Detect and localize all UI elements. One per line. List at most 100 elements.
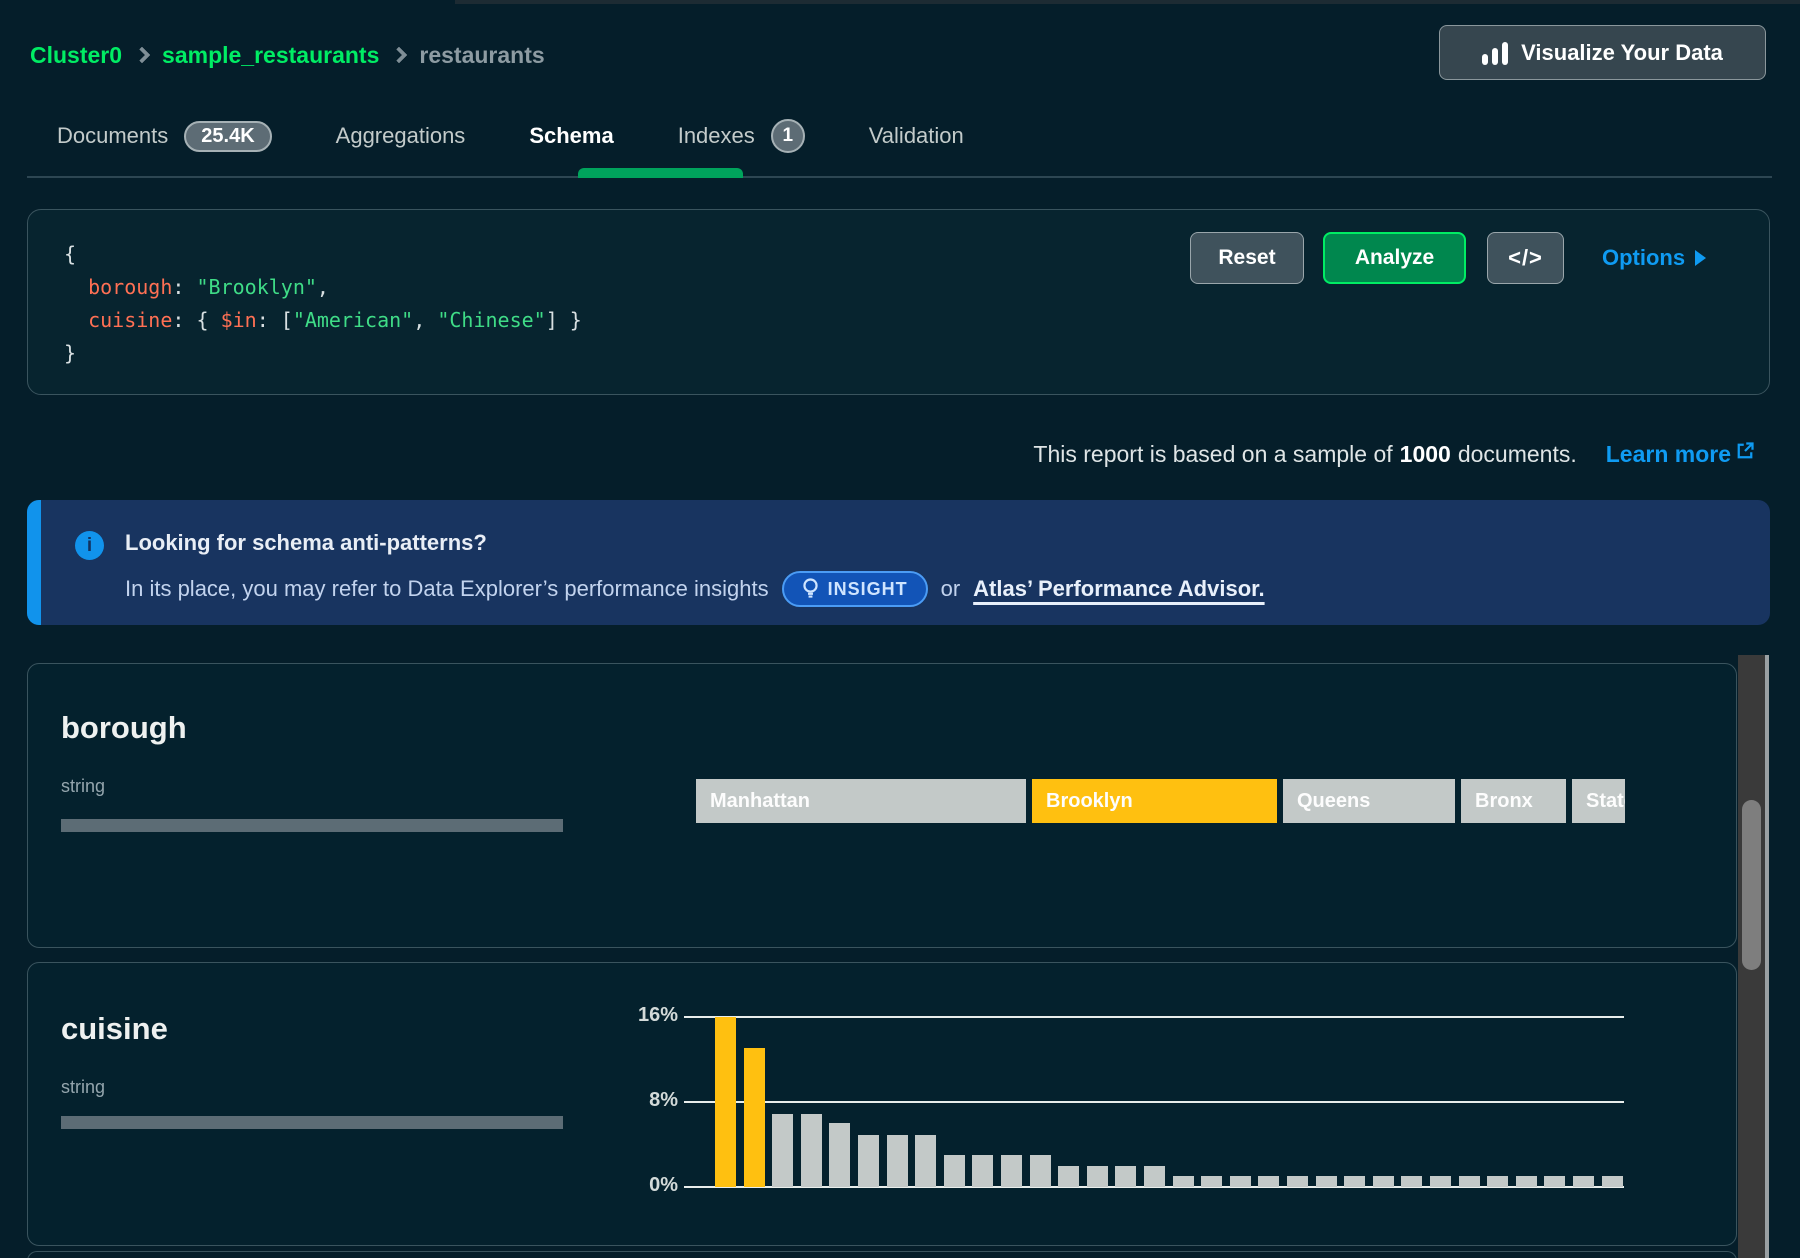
sample-note-prefix: This report is based on a sample of bbox=[1033, 441, 1392, 468]
breadcrumb: Cluster0 sample_restaurants restaurants bbox=[30, 36, 545, 74]
cuisine-bar[interactable] bbox=[972, 1155, 993, 1187]
cuisine-bar[interactable] bbox=[1087, 1166, 1108, 1187]
insight-badge-label: INSIGHT bbox=[828, 579, 908, 600]
tab-validation[interactable]: Validation bbox=[869, 123, 964, 149]
tab-validation-label: Validation bbox=[869, 123, 964, 149]
documents-count-badge: 25.4K bbox=[184, 121, 271, 152]
learn-more-link[interactable]: Learn more bbox=[1606, 441, 1755, 468]
breadcrumb-cluster[interactable]: Cluster0 bbox=[30, 42, 122, 69]
type-distribution-bar[interactable] bbox=[61, 819, 563, 832]
banner-conjunction: or bbox=[941, 576, 961, 602]
options-label: Options bbox=[1602, 245, 1685, 271]
borough-segment[interactable]: Bronx bbox=[1461, 779, 1566, 823]
banner-body-text: In its place, you may refer to Data Expl… bbox=[125, 576, 769, 602]
cuisine-bar[interactable] bbox=[1316, 1176, 1337, 1187]
sample-note: This report is based on a sample of 1000… bbox=[1033, 434, 1755, 474]
field-type-label[interactable]: string bbox=[61, 776, 105, 797]
active-tab-indicator bbox=[578, 168, 743, 178]
sample-note-suffix: documents. bbox=[1458, 441, 1577, 468]
cuisine-bar[interactable] bbox=[1544, 1176, 1565, 1187]
collection-tabs: Documents 25.4K Aggregations Schema Inde… bbox=[57, 112, 964, 160]
cuisine-bar[interactable] bbox=[858, 1135, 879, 1187]
cuisine-bar[interactable] bbox=[887, 1135, 908, 1187]
tab-aggregations-label: Aggregations bbox=[336, 123, 466, 149]
type-distribution-bar[interactable] bbox=[61, 1116, 563, 1129]
chevron-right-icon bbox=[391, 47, 408, 64]
tab-indexes[interactable]: Indexes 1 bbox=[678, 119, 805, 153]
query-bar: { borough: "Brooklyn", cuisine: { $in: [… bbox=[27, 209, 1770, 395]
cuisine-bar[interactable] bbox=[1459, 1176, 1480, 1187]
breadcrumb-collection: restaurants bbox=[419, 42, 544, 69]
cuisine-bar[interactable] bbox=[1058, 1166, 1079, 1187]
performance-advisor-link[interactable]: Atlas’ Performance Advisor. bbox=[973, 576, 1264, 602]
tab-documents[interactable]: Documents 25.4K bbox=[57, 121, 272, 152]
cuisine-bar[interactable] bbox=[915, 1135, 936, 1187]
borough-segment[interactable]: Brooklyn bbox=[1032, 779, 1277, 823]
y-axis-tick-16: 16% bbox=[616, 1004, 678, 1027]
y-axis-tick-8: 8% bbox=[616, 1089, 678, 1112]
cuisine-bar[interactable] bbox=[1430, 1176, 1451, 1187]
info-icon: i bbox=[75, 531, 104, 560]
cuisine-bar[interactable] bbox=[1516, 1176, 1537, 1187]
visualize-button-label: Visualize Your Data bbox=[1521, 40, 1723, 66]
learn-more-label: Learn more bbox=[1606, 441, 1731, 468]
triangle-right-icon bbox=[1695, 250, 1706, 266]
banner-body: In its place, you may refer to Data Expl… bbox=[125, 566, 1265, 612]
scrollbar-edge bbox=[1765, 655, 1769, 1258]
cuisine-bar[interactable] bbox=[1115, 1166, 1136, 1187]
cuisine-bar[interactable] bbox=[772, 1114, 793, 1187]
cuisine-bar[interactable] bbox=[1401, 1176, 1422, 1187]
cuisine-bar[interactable] bbox=[715, 1017, 736, 1187]
cuisine-bar[interactable] bbox=[1173, 1176, 1194, 1187]
indexes-count-badge: 1 bbox=[771, 119, 805, 153]
insight-badge[interactable]: INSIGHT bbox=[782, 571, 928, 607]
borough-segment[interactable]: Staten Island bbox=[1572, 779, 1625, 823]
tab-indexes-label: Indexes bbox=[678, 123, 755, 149]
field-card-cuisine: cuisine string 16% 8% 0% bbox=[27, 962, 1737, 1246]
field-name: cuisine bbox=[61, 1011, 168, 1047]
tab-aggregations[interactable]: Aggregations bbox=[336, 123, 466, 149]
cuisine-bar[interactable] bbox=[1258, 1176, 1279, 1187]
field-name: borough bbox=[61, 710, 187, 746]
chevron-right-icon bbox=[134, 47, 151, 64]
query-input[interactable]: { borough: "Brooklyn", cuisine: { $in: [… bbox=[64, 238, 582, 370]
cuisine-bar[interactable] bbox=[1030, 1155, 1051, 1187]
cuisine-bar[interactable] bbox=[1287, 1176, 1308, 1187]
cuisine-bar[interactable] bbox=[744, 1048, 765, 1187]
cuisine-bar[interactable] bbox=[829, 1123, 850, 1187]
cuisine-bar[interactable] bbox=[1373, 1176, 1394, 1187]
tab-schema[interactable]: Schema bbox=[529, 123, 613, 149]
borough-value-segments: ManhattanBrooklynQueensBronxStaten Islan… bbox=[696, 779, 1625, 823]
analyze-button[interactable]: Analyze bbox=[1323, 232, 1466, 284]
visualize-your-data-button[interactable]: Visualize Your Data bbox=[1439, 25, 1766, 80]
breadcrumb-database[interactable]: sample_restaurants bbox=[162, 42, 379, 69]
options-toggle[interactable]: Options bbox=[1602, 232, 1706, 284]
y-axis-tick-0: 0% bbox=[616, 1174, 678, 1197]
schema-analysis-page: Cluster0 sample_restaurants restaurants … bbox=[0, 0, 1800, 1258]
external-link-icon bbox=[1735, 441, 1755, 461]
field-type-label[interactable]: string bbox=[61, 1077, 105, 1098]
sample-count: 1000 bbox=[1400, 441, 1451, 468]
scrollbar-thumb[interactable] bbox=[1742, 800, 1761, 970]
banner-accent-stripe bbox=[27, 500, 41, 625]
field-card-borough: borough string ManhattanBrooklynQueensBr… bbox=[27, 663, 1737, 948]
lightbulb-icon bbox=[802, 578, 819, 600]
cuisine-bar[interactable] bbox=[801, 1114, 822, 1187]
cuisine-bar[interactable] bbox=[1487, 1176, 1508, 1187]
reset-button[interactable]: Reset bbox=[1190, 232, 1304, 284]
cuisine-bar[interactable] bbox=[1230, 1176, 1251, 1187]
cuisine-bar[interactable] bbox=[1344, 1176, 1365, 1187]
tab-schema-label: Schema bbox=[529, 123, 613, 149]
code-toggle-button[interactable]: </> bbox=[1487, 232, 1564, 284]
cuisine-bar[interactable] bbox=[1201, 1176, 1222, 1187]
cuisine-bars bbox=[684, 1017, 1624, 1187]
bar-chart-icon bbox=[1482, 41, 1508, 65]
borough-segment[interactable]: Queens bbox=[1283, 779, 1455, 823]
cuisine-bar[interactable] bbox=[944, 1155, 965, 1187]
cuisine-bar[interactable] bbox=[1001, 1155, 1022, 1187]
window-top-edge bbox=[455, 0, 1800, 4]
cuisine-bar[interactable] bbox=[1573, 1176, 1594, 1187]
borough-segment[interactable]: Manhattan bbox=[696, 779, 1026, 823]
cuisine-bar[interactable] bbox=[1144, 1166, 1165, 1187]
cuisine-bar[interactable] bbox=[1602, 1176, 1623, 1187]
